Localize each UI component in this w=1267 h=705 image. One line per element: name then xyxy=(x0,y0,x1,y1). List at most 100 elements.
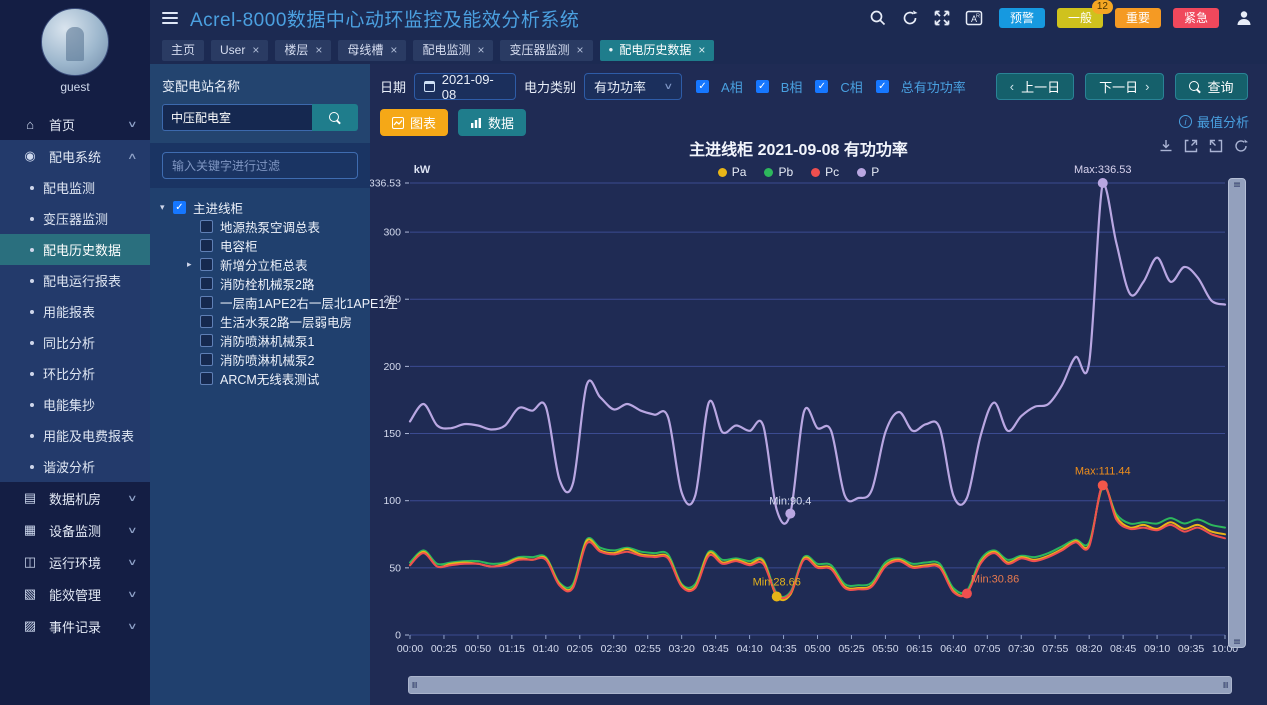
legend-item-P[interactable]: P xyxy=(857,165,879,179)
sidebar-subitem[interactable]: 配电运行报表 xyxy=(0,265,150,296)
tree-checkbox[interactable] xyxy=(200,239,213,252)
vertical-datazoom-slider[interactable] xyxy=(1228,178,1246,648)
power-type-select[interactable]: 有功功率 ∨ xyxy=(584,73,682,100)
sidebar-subitem[interactable]: 用能及电费报表 xyxy=(0,420,150,451)
tree-checkbox[interactable] xyxy=(200,296,213,309)
tab-close-icon[interactable]: × xyxy=(252,44,259,57)
chart-mode-button[interactable]: 图表 xyxy=(380,109,448,136)
restore-icon[interactable] xyxy=(1233,138,1249,154)
checkbox[interactable]: ✓ xyxy=(756,80,769,93)
sidebar-item-device-monitor[interactable]: ▦设备监测∨ xyxy=(0,514,150,546)
legend-item-Pa[interactable]: Pa xyxy=(718,165,747,179)
alarm-button-warning[interactable]: 预警 xyxy=(999,8,1045,28)
alarm-button-important[interactable]: 重要 xyxy=(1115,8,1161,28)
tree-checkbox[interactable] xyxy=(200,220,213,233)
tab-item[interactable]: 配电监测× xyxy=(413,40,493,61)
tree-checkbox[interactable] xyxy=(200,277,213,290)
series-line-Pc[interactable] xyxy=(410,484,1225,598)
alarm-button-general[interactable]: 一般12 xyxy=(1057,8,1103,28)
phase-checkbox-A相[interactable]: ✓A相 xyxy=(696,77,743,96)
phase-checkbox-C相[interactable]: ✓C相 xyxy=(815,77,862,96)
tab-item[interactable]: 楼层× xyxy=(275,40,331,61)
refresh-icon[interactable] xyxy=(901,9,919,27)
horizontal-datazoom-slider[interactable] xyxy=(408,676,1232,694)
sidebar-subitem[interactable]: 配电监测 xyxy=(0,172,150,203)
tree-expanded-icon[interactable]: ▾ xyxy=(160,202,173,213)
tree-node[interactable]: 地源热泵空调总表 xyxy=(187,217,364,236)
fullscreen-icon[interactable] xyxy=(933,9,951,27)
tab-item[interactable]: 变压器监测× xyxy=(500,40,592,61)
next-day-button[interactable]: 下一日 › xyxy=(1085,73,1163,100)
avatar[interactable] xyxy=(41,8,109,76)
checkbox[interactable]: ✓ xyxy=(696,80,709,93)
save-image-icon[interactable] xyxy=(1158,138,1174,154)
slider-handle[interactable] xyxy=(1221,679,1230,691)
tree-node[interactable]: 电容柜 xyxy=(187,236,364,255)
tree-node[interactable]: 生活水泵2路一层弱电房 xyxy=(187,312,364,331)
slider-handle[interactable] xyxy=(410,679,419,691)
zoom-reset-icon[interactable] xyxy=(1208,138,1224,154)
search-icon[interactable] xyxy=(869,9,887,27)
data-mode-button[interactable]: 数据 xyxy=(458,109,526,136)
station-name-input[interactable] xyxy=(162,104,312,131)
tab-item[interactable]: User× xyxy=(211,40,268,61)
slider-handle[interactable] xyxy=(1231,180,1243,189)
sidebar-item-data-room[interactable]: ▤数据机房∨ xyxy=(0,482,150,514)
tree-checkbox[interactable] xyxy=(200,258,213,271)
tree-filter-input[interactable] xyxy=(162,152,358,179)
legend-item-Pc[interactable]: Pc xyxy=(811,165,839,179)
sidebar-item-events[interactable]: ▨事件记录∨ xyxy=(0,610,150,642)
tab-close-icon[interactable]: × xyxy=(698,44,705,57)
phase-checkbox-总有功功率[interactable]: ✓总有功功率 xyxy=(876,77,966,96)
menu-toggle-icon[interactable] xyxy=(162,12,178,24)
user-icon[interactable] xyxy=(1235,9,1253,27)
tree-node[interactable]: ▸新增分立柜总表 xyxy=(187,255,364,274)
sidebar-subitem[interactable]: 电能集抄 xyxy=(0,389,150,420)
alarm-button-urgent[interactable]: 紧急 xyxy=(1173,8,1219,28)
line-chart[interactable]: 050100150200250300336.53kW00:0000:2500:5… xyxy=(370,160,1267,665)
tree-collapsed-icon[interactable]: ▸ xyxy=(187,259,200,270)
checkbox[interactable]: ✓ xyxy=(815,80,828,93)
tree-checkbox[interactable] xyxy=(200,334,213,347)
legend-item-Pb[interactable]: Pb xyxy=(764,165,793,179)
tree-node[interactable]: 消防喷淋机械泵1 xyxy=(187,331,364,350)
tab-close-icon[interactable]: × xyxy=(477,44,484,57)
prev-day-button[interactable]: ‹ 上一日 xyxy=(996,73,1074,100)
tab-close-icon[interactable]: × xyxy=(390,44,397,57)
sidebar-subitem[interactable]: 变压器监测 xyxy=(0,203,150,234)
sidebar-item-power-system[interactable]: ◉配电系统∧ xyxy=(0,140,150,172)
sidebar-subitem[interactable]: 同比分析 xyxy=(0,327,150,358)
series-line-Pa[interactable] xyxy=(410,485,1225,600)
tree-checkbox[interactable]: ✓ xyxy=(173,201,186,214)
slider-handle[interactable] xyxy=(1231,637,1243,646)
sidebar-item-home[interactable]: ⌂首页∨ xyxy=(0,108,150,140)
sidebar-subitem[interactable]: 用能报表 xyxy=(0,296,150,327)
tree-root-node[interactable]: ▾✓主进线柜 xyxy=(160,198,364,217)
station-search-button[interactable] xyxy=(312,104,358,131)
tree-node[interactable]: 消防栓机械泵2路 xyxy=(187,274,364,293)
tab-active[interactable]: ●配电历史数据× xyxy=(600,40,715,61)
tab-close-icon[interactable]: × xyxy=(576,44,583,57)
tree-node[interactable]: 一层南1APE2右一层北1APE1左 xyxy=(187,293,364,312)
tree-node[interactable]: 消防喷淋机械泵2 xyxy=(187,350,364,369)
tab-item[interactable]: 母线槽× xyxy=(338,40,406,61)
phase-checkbox-B相[interactable]: ✓B相 xyxy=(756,77,803,96)
series-line-Pb[interactable] xyxy=(410,487,1225,597)
max-analysis-link[interactable]: i 最值分析 xyxy=(1179,112,1249,131)
tree-node[interactable]: ARCM无线表测试 xyxy=(187,369,364,388)
tree-checkbox[interactable] xyxy=(200,372,213,385)
sidebar-subitem[interactable]: 谐波分析 xyxy=(0,451,150,482)
sidebar-subitem[interactable]: 配电历史数据 xyxy=(0,234,150,265)
checkbox[interactable]: ✓ xyxy=(876,80,889,93)
query-button[interactable]: 查询 xyxy=(1175,73,1248,100)
date-input[interactable]: 2021-09-08 xyxy=(414,73,516,100)
sidebar-item-energy[interactable]: ▧能效管理∨ xyxy=(0,578,150,610)
tab-item[interactable]: 主页 xyxy=(162,40,204,61)
sidebar-item-environment[interactable]: ◫运行环境∨ xyxy=(0,546,150,578)
tree-checkbox[interactable] xyxy=(200,315,213,328)
tab-close-icon[interactable]: × xyxy=(315,44,322,57)
language-icon[interactable]: AR xyxy=(965,9,983,27)
sidebar-subitem[interactable]: 环比分析 xyxy=(0,358,150,389)
zoom-icon[interactable] xyxy=(1183,138,1199,154)
tree-checkbox[interactable] xyxy=(200,353,213,366)
